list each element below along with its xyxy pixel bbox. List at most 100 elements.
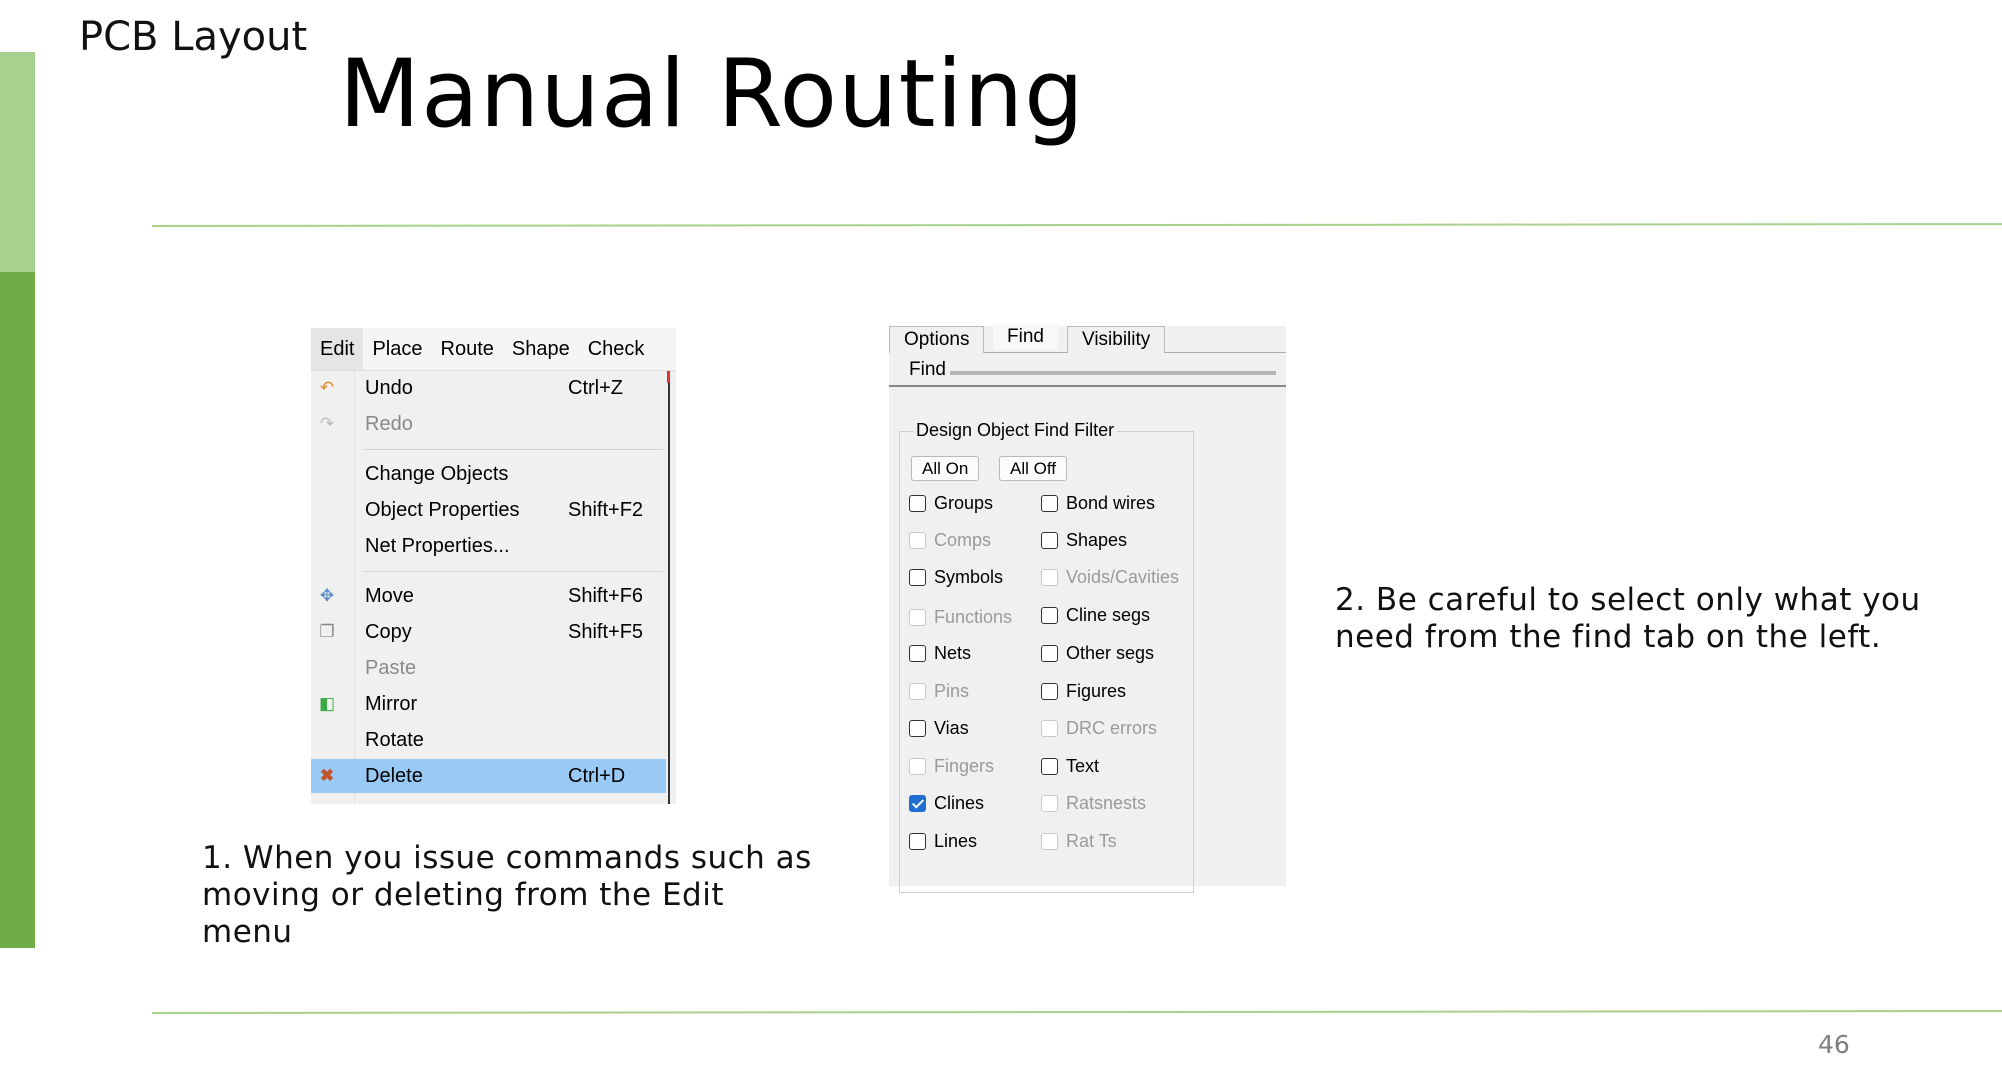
delete-icon: ✖ bbox=[319, 766, 335, 785]
checkbox-label: Vias bbox=[934, 718, 969, 738]
checkbox-label: Shapes bbox=[1066, 530, 1128, 550]
accent-bar-dark bbox=[0, 272, 35, 948]
menu-item-object-properties[interactable]: Object Properties Shift+F2 bbox=[311, 493, 666, 527]
menubar: Edit Place Route Shape Check bbox=[311, 328, 676, 371]
checkbox-label: Text bbox=[1066, 756, 1100, 776]
menu-separator bbox=[363, 571, 663, 572]
checkbox-box[interactable] bbox=[1041, 495, 1058, 512]
find-header: Find bbox=[889, 357, 1286, 387]
tab-options[interactable]: Options bbox=[889, 326, 985, 353]
checkbox-box[interactable] bbox=[1041, 833, 1058, 850]
menu-item-shortcut: Shift+F6 bbox=[568, 585, 644, 607]
menubar-place[interactable]: Place bbox=[363, 328, 431, 370]
find-header-bar bbox=[950, 371, 1276, 375]
menu-item-label: Undo bbox=[365, 377, 413, 399]
checkbox-box[interactable] bbox=[1041, 720, 1058, 737]
menu-item-label: Delete bbox=[365, 765, 423, 787]
checkbox-label: Lines bbox=[934, 831, 978, 851]
checkbox-label: Groups bbox=[934, 493, 994, 513]
checkbox-label: Figures bbox=[1066, 681, 1127, 701]
menu-item-change-objects[interactable]: Change Objects bbox=[311, 457, 666, 491]
edit-menu-dropdown: ↶ Undo Ctrl+Z ↷ Redo Change Objects Obje… bbox=[311, 371, 670, 804]
caption-edit-menu: 1. When you issue commands such as movin… bbox=[202, 840, 812, 950]
checkbox-box[interactable] bbox=[909, 758, 926, 775]
menu-item-label: Change Objects bbox=[365, 463, 509, 485]
menubar-check[interactable]: Check bbox=[579, 328, 654, 370]
menu-item-net-properties[interactable]: Net Properties... bbox=[311, 529, 666, 563]
divider-bottom bbox=[151, 1010, 2002, 1014]
edit-menu-screenshot: Edit Place Route Shape Check ↶ Undo Ctrl… bbox=[311, 328, 676, 804]
menu-item-rotate[interactable]: Rotate bbox=[311, 723, 666, 757]
checkbox-box[interactable] bbox=[909, 795, 926, 812]
checkbox-box[interactable] bbox=[1041, 645, 1058, 662]
tab-bar: Options Find Visibility bbox=[889, 324, 1286, 353]
menu-item-label: Mirror bbox=[365, 693, 418, 715]
menu-item-move[interactable]: ✥ Move Shift+F6 bbox=[311, 579, 666, 613]
page-title: Manual Routing bbox=[339, 40, 1085, 149]
caption-find-tab: 2. Be careful to select only what you ne… bbox=[1335, 582, 1921, 655]
divider-top bbox=[151, 223, 2002, 227]
menu-item-copy[interactable]: ❐ Copy Shift+F5 bbox=[311, 615, 666, 649]
checkbox-label: Clines bbox=[934, 793, 985, 813]
checkbox-box[interactable] bbox=[909, 683, 926, 700]
menu-item-delete[interactable]: ✖ Delete Ctrl+D bbox=[311, 759, 666, 793]
all-off-button[interactable]: All Off bbox=[999, 456, 1067, 481]
menubar-route[interactable]: Route bbox=[432, 328, 503, 370]
checkbox-label: Bond wires bbox=[1066, 493, 1156, 513]
move-icon: ✥ bbox=[319, 586, 335, 605]
checkbox-box[interactable] bbox=[1041, 683, 1058, 700]
menu-item-paste[interactable]: Paste bbox=[311, 651, 666, 685]
checkbox-label: Nets bbox=[934, 643, 972, 663]
checkbox-label: Ratsnests bbox=[1066, 793, 1147, 813]
checkbox-box[interactable] bbox=[909, 569, 926, 586]
menubar-edit[interactable]: Edit bbox=[311, 328, 364, 370]
checkbox-box[interactable] bbox=[909, 532, 926, 549]
checkbox-box[interactable] bbox=[909, 645, 926, 662]
menu-item-redo[interactable]: ↷ Redo bbox=[311, 407, 666, 441]
menu-separator bbox=[363, 449, 663, 450]
menu-item-shortcut: Shift+F2 bbox=[568, 499, 644, 521]
menu-item-label: Copy bbox=[365, 621, 412, 643]
all-on-button[interactable]: All On bbox=[911, 456, 980, 481]
menu-item-label: Move bbox=[365, 585, 414, 607]
section-label: PCB Layout bbox=[79, 14, 308, 60]
checkbox-box[interactable] bbox=[1041, 569, 1058, 586]
checkbox-label: Functions bbox=[934, 607, 1013, 627]
checkbox-box[interactable] bbox=[1041, 795, 1058, 812]
checkbox-box[interactable] bbox=[909, 495, 926, 512]
menu-edge-mark bbox=[667, 371, 670, 383]
copy-icon: ❐ bbox=[319, 622, 335, 641]
checkbox-box[interactable] bbox=[909, 609, 926, 626]
accent-bar-light bbox=[0, 52, 35, 272]
tab-visibility[interactable]: Visibility bbox=[1067, 326, 1166, 353]
checkbox-label: Rat Ts bbox=[1066, 831, 1117, 851]
checkbox-label: Comps bbox=[934, 530, 992, 550]
tab-find[interactable]: Find bbox=[993, 324, 1058, 350]
menu-item-undo[interactable]: ↶ Undo Ctrl+Z bbox=[311, 371, 666, 405]
checkbox-box[interactable] bbox=[1041, 758, 1058, 775]
menu-item-mirror[interactable]: ◧ Mirror bbox=[311, 687, 666, 721]
menu-item-shortcut: Ctrl+Z bbox=[568, 377, 623, 399]
checkbox-label: Fingers bbox=[934, 756, 995, 776]
checkbox-box[interactable] bbox=[1041, 607, 1058, 624]
menu-item-label: Paste bbox=[365, 657, 417, 679]
find-filter-title: Design Object Find Filter bbox=[913, 420, 1118, 441]
menu-item-shortcut: Ctrl+D bbox=[568, 765, 626, 787]
checkbox-label: Cline segs bbox=[1066, 605, 1151, 625]
checkbox-box[interactable] bbox=[1041, 532, 1058, 549]
checkbox-label: DRC errors bbox=[1066, 718, 1158, 738]
mirror-icon: ◧ bbox=[318, 694, 336, 713]
checkbox-box[interactable] bbox=[909, 833, 926, 850]
redo-icon: ↷ bbox=[319, 414, 335, 433]
checkbox-label: Pins bbox=[934, 681, 970, 701]
page-number: 46 bbox=[1818, 1030, 1850, 1059]
checkbox-label: Other segs bbox=[1066, 643, 1155, 663]
menu-item-label: Redo bbox=[365, 413, 413, 435]
find-header-label: Find bbox=[909, 359, 946, 380]
menu-item-label: Object Properties bbox=[365, 499, 520, 521]
checkbox-label: Symbols bbox=[934, 567, 1004, 587]
menu-item-shortcut: Shift+F5 bbox=[568, 621, 644, 643]
checkbox-label: Voids/Cavities bbox=[1066, 567, 1180, 587]
menubar-shape[interactable]: Shape bbox=[503, 328, 579, 370]
checkbox-box[interactable] bbox=[909, 720, 926, 737]
